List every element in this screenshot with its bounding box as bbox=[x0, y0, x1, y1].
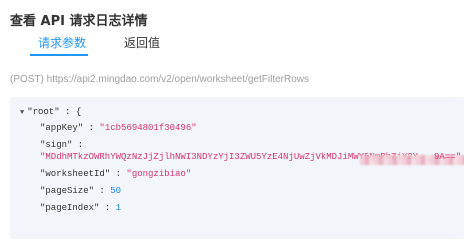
json-key: "pageIndex" bbox=[40, 203, 100, 213]
json-row-sign-value: "MDdhMTkzOWRhYWQzNzJjZjlhNWI3NDYzYjI3ZWU… bbox=[40, 152, 464, 165]
json-key: "worksheetId" bbox=[40, 169, 111, 179]
json-key: "appKey" bbox=[40, 123, 84, 133]
json-number-value: 1 bbox=[115, 203, 122, 213]
json-row-worksheetid: "worksheetId" : "gongzibiao" bbox=[40, 169, 192, 179]
tab-bar: 请求参数 返回值 bbox=[0, 32, 474, 58]
json-string-value: "gongzibiao" bbox=[126, 169, 192, 179]
json-number-value: 50 bbox=[110, 186, 122, 196]
request-url: (POST) https://api2.mingdao.com/v2/open/… bbox=[10, 74, 310, 85]
json-row-sign: "sign" : bbox=[40, 140, 84, 150]
json-key: "pageSize" bbox=[40, 186, 95, 196]
json-row-appkey: "appKey" : "1cb5694801f30496" bbox=[40, 123, 197, 133]
json-open-brace: { bbox=[75, 107, 82, 117]
collapse-arrow-icon[interactable]: ▼ bbox=[20, 108, 24, 119]
dialog-title: 查看 API 请求日志详情 bbox=[10, 14, 148, 29]
json-row-pagesize: "pageSize" : 50 bbox=[40, 186, 122, 196]
tab-response[interactable]: 返回值 bbox=[124, 34, 160, 51]
json-row-pageindex: "pageIndex" : 1 bbox=[40, 203, 122, 213]
json-string-value-tail: 9A==" bbox=[434, 152, 462, 162]
json-viewer: ▼ "root" : { "appKey" : "1cb5694801f30496… bbox=[10, 97, 464, 239]
json-root-key: "root" bbox=[27, 107, 60, 117]
api-log-dialog: 查看 API 请求日志详情 请求参数 返回值 (POST) https://ap… bbox=[0, 0, 474, 247]
json-string-value: "1cb5694801f30496" bbox=[99, 123, 197, 133]
json-root-line: ▼ "root" : { bbox=[20, 107, 82, 119]
json-key: "sign" bbox=[40, 140, 73, 150]
active-tab-indicator bbox=[30, 54, 88, 56]
tab-request-params[interactable]: 请求参数 bbox=[38, 34, 86, 51]
